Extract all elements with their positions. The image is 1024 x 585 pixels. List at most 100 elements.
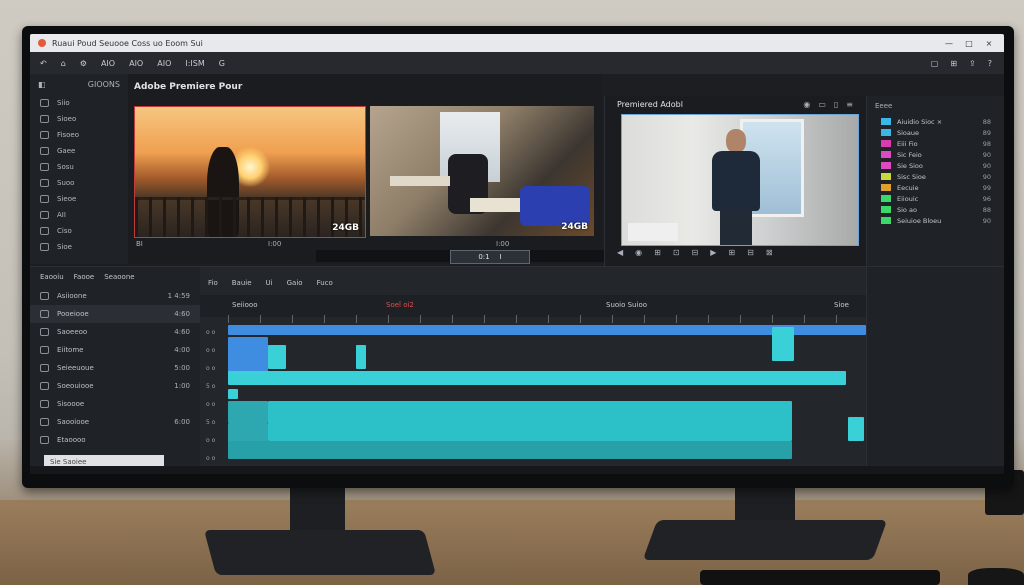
tool-item[interactable]: Sioe	[30, 239, 128, 255]
project-item[interactable]: Saooiooe 6:00	[30, 413, 200, 431]
project-item[interactable]: Asiioone 1 4:59	[30, 287, 200, 305]
tool-icon	[40, 163, 49, 171]
track-label[interactable]: o o	[200, 449, 228, 467]
effect-item[interactable]: Aiuidio Sioc × 88	[867, 116, 1004, 127]
project-item[interactable]: Seieeuoue 5:00	[30, 359, 200, 377]
item-label: Sisoooe	[57, 400, 85, 408]
project-item[interactable]: Saoeeoo 4:60	[30, 323, 200, 341]
tool-item[interactable]: Fisoeo	[30, 127, 128, 143]
effect-item[interactable]: Sio ao 88	[867, 204, 1004, 215]
play-button[interactable]: ▶	[710, 248, 716, 257]
menu-icon[interactable]: ≡	[846, 100, 853, 109]
timeline-clip[interactable]	[848, 417, 864, 441]
effect-item[interactable]: Sisc Sioe 90	[867, 171, 1004, 182]
room-clip-thumbnail[interactable]: 24GB	[370, 106, 594, 236]
menu-item[interactable]: AIO	[129, 59, 143, 68]
tool-item[interactable]: AII	[30, 207, 128, 223]
tool-item[interactable]: Sosu	[30, 159, 128, 175]
timeline-option[interactable]: Sioe	[834, 301, 849, 309]
project-item[interactable]: Soeouiooe 1:00	[30, 377, 200, 395]
safe-margin-button[interactable]: ⊡	[673, 248, 680, 257]
frame-icon[interactable]: ▭	[818, 100, 826, 109]
clip-size-badge: 24GB	[332, 223, 359, 233]
settings-icon[interactable]: ⚙	[80, 59, 87, 68]
panel-header: GIOONS	[87, 80, 120, 89]
minimize-button[interactable]: —	[944, 39, 954, 48]
effect-label: Seiuioe Bloeu	[897, 216, 942, 225]
compare-button[interactable]: ⊟	[692, 248, 699, 257]
step-back-button[interactable]: ◀	[617, 248, 623, 257]
laptop	[470, 198, 520, 212]
project-item[interactable]: Sisoooe	[30, 395, 200, 413]
layout-icon[interactable]: ⊞	[950, 59, 957, 68]
timeline-clip[interactable]	[268, 419, 792, 441]
menu-item[interactable]: G	[219, 59, 225, 68]
effect-item[interactable]: Eiii Fio 98	[867, 138, 1004, 149]
timeline-clip[interactable]	[268, 345, 286, 369]
program-preview[interactable]	[621, 114, 859, 246]
time-ruler[interactable]	[228, 315, 866, 323]
timeline-clip[interactable]	[772, 327, 794, 361]
item-label: Soeouiooe	[57, 382, 94, 390]
help-icon[interactable]: ?	[988, 59, 992, 68]
project-item[interactable]: Eiitome 4:00	[30, 341, 200, 359]
track-label[interactable]: 5 o	[200, 377, 228, 395]
tool-item[interactable]: Siio	[30, 95, 128, 111]
record-icon[interactable]: ◉	[803, 100, 810, 109]
timeline-clip[interactable]	[228, 325, 866, 335]
tool-item[interactable]: Sioeo	[30, 111, 128, 127]
timeline-clip[interactable]	[356, 345, 366, 369]
tool-item[interactable]: Gaee	[30, 143, 128, 159]
insert-button[interactable]: ⊞	[728, 248, 735, 257]
menu-item[interactable]: AIO	[101, 59, 115, 68]
workspace-icon[interactable]: ▢	[931, 59, 939, 68]
crop-icon[interactable]: ▯	[834, 100, 838, 109]
grid-button[interactable]: ⊞	[654, 248, 661, 257]
tool-item[interactable]: Sieoe	[30, 191, 128, 207]
effect-item[interactable]: Sie Sioo 90	[867, 160, 1004, 171]
timeline-clip[interactable]	[228, 441, 792, 459]
menu-item[interactable]: I:ISM	[185, 59, 204, 68]
timeline-clip[interactable]	[228, 371, 846, 385]
timeline-marker[interactable]: Soeî oi2	[386, 301, 414, 309]
tab-project[interactable]: Eaooiu	[40, 273, 64, 281]
track-label[interactable]: o o	[200, 323, 228, 341]
record-button[interactable]: ◉	[635, 248, 642, 257]
close-button[interactable]: ×	[984, 39, 994, 48]
effect-item[interactable]: Eecuie 99	[867, 182, 1004, 193]
playback-control[interactable]: 0:1 I	[450, 250, 530, 264]
tab-effects[interactable]: Seaoone	[104, 273, 134, 281]
home-icon[interactable]: ⌂	[61, 59, 66, 68]
overwrite-button[interactable]: ⊟	[747, 248, 754, 257]
export-frame-button[interactable]: ⊠	[766, 248, 773, 257]
timeline-clip[interactable]	[228, 389, 238, 399]
back-icon[interactable]: ↶	[40, 59, 47, 68]
program-controls: ◀ ◉ ⊞ ⊡ ⊟ ▶ ⊞ ⊟ ⊠	[617, 248, 857, 257]
track-label[interactable]: 5 o	[200, 413, 228, 431]
timeline-tab[interactable]: Fio	[208, 279, 218, 291]
timeline-tab[interactable]: Bauie	[232, 279, 252, 291]
timeline-clip[interactable]	[228, 401, 268, 423]
panel-toggle-icon[interactable]: ◧	[38, 80, 46, 89]
track-label[interactable]: o o	[200, 395, 228, 413]
maximize-button[interactable]: □	[964, 39, 974, 48]
project-item[interactable]: Pooeiooe 4:60	[30, 305, 200, 323]
effect-item[interactable]: Seiuioe Bloeu 90	[867, 215, 1004, 226]
project-item[interactable]: Etaoooo	[30, 431, 200, 449]
track-label[interactable]: o o	[200, 359, 228, 377]
effect-item[interactable]: Eiiouic 96	[867, 193, 1004, 204]
track-label[interactable]: o o	[200, 341, 228, 359]
timeline-tab[interactable]: Ui	[266, 279, 273, 291]
sunset-clip-thumbnail[interactable]: 24GB	[134, 106, 366, 238]
color-swatch	[881, 118, 891, 125]
effect-item[interactable]: Sic Feio 90	[867, 149, 1004, 160]
tab-media[interactable]: Faooe	[74, 273, 95, 281]
timeline-tab[interactable]: Gaio	[287, 279, 303, 291]
tool-item[interactable]: Ciso	[30, 223, 128, 239]
timeline-tab[interactable]: Fuco	[317, 279, 333, 291]
track-label[interactable]: o o	[200, 431, 228, 449]
effect-item[interactable]: Sioaue 89	[867, 127, 1004, 138]
tool-item[interactable]: Suoo	[30, 175, 128, 191]
menu-item[interactable]: AIO	[157, 59, 171, 68]
export-icon[interactable]: ⇪	[969, 59, 976, 68]
